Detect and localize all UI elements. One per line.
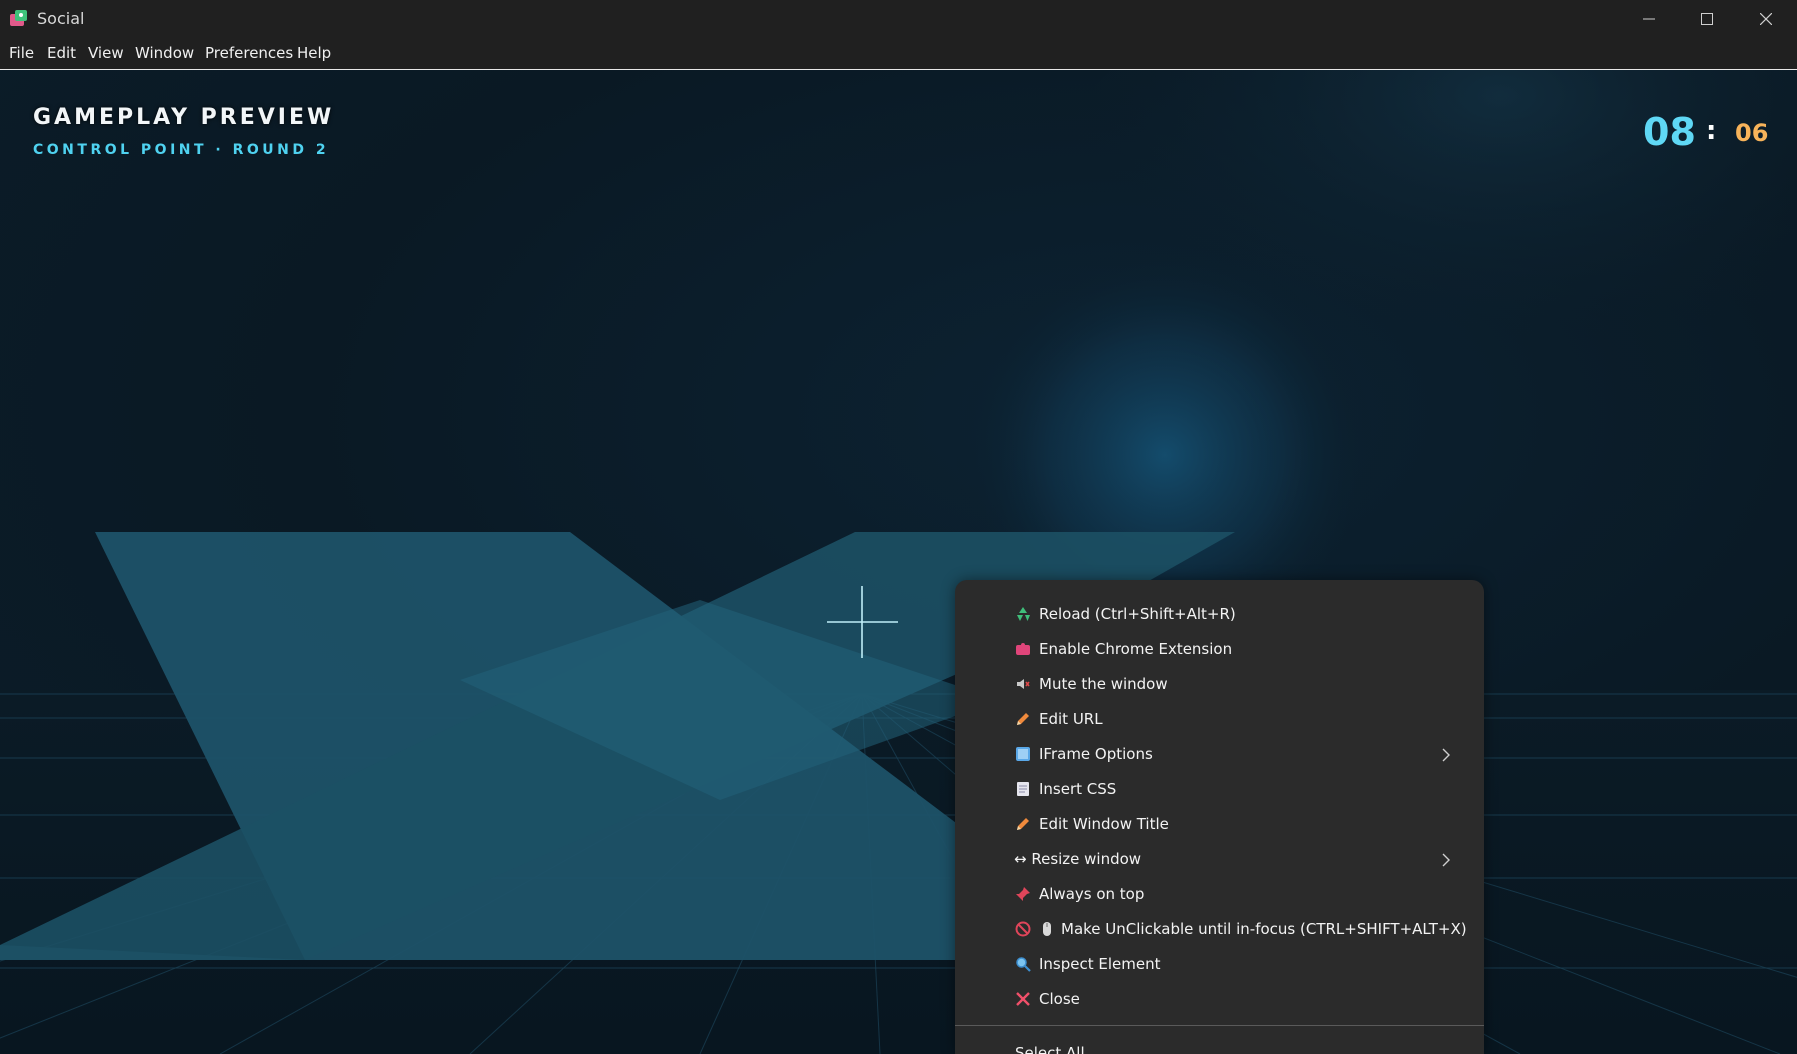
ctx-iframe-options[interactable]: IFrame Options bbox=[1015, 739, 1455, 769]
ctx-select-all[interactable]: Select All bbox=[1015, 1038, 1085, 1054]
hud-subtitle: CONTROL POINT · ROUND 2 bbox=[33, 142, 330, 158]
recycle-icon bbox=[1015, 606, 1031, 622]
ctx-close[interactable]: Close bbox=[1015, 984, 1080, 1014]
minimize-button[interactable] bbox=[1620, 0, 1678, 38]
menu-edit[interactable]: Edit bbox=[46, 44, 77, 62]
ctx-insert-css-label: Insert CSS bbox=[1039, 780, 1117, 798]
close-x-icon bbox=[1015, 991, 1031, 1007]
pencil-icon bbox=[1015, 711, 1031, 727]
menu-file[interactable]: File bbox=[8, 44, 35, 62]
ctx-resize-window[interactable]: ↔ Resize window bbox=[1014, 844, 1141, 874]
mouse-icon bbox=[1039, 921, 1055, 937]
title-bar: Social bbox=[0, 0, 1797, 38]
menu-help[interactable]: Help bbox=[296, 44, 332, 62]
ctx-close-label: Close bbox=[1039, 990, 1080, 1008]
ctx-edit-url-label: Edit URL bbox=[1039, 710, 1103, 728]
close-icon bbox=[1760, 13, 1772, 25]
chevron-right-icon bbox=[1442, 852, 1450, 871]
ctx-mute-window-label: Mute the window bbox=[1039, 675, 1168, 693]
maximize-icon bbox=[1701, 13, 1713, 25]
ctx-edit-url[interactable]: Edit URL bbox=[1015, 704, 1103, 734]
timer-seconds: 06 bbox=[1735, 119, 1769, 147]
chevron-right-icon bbox=[1442, 747, 1450, 766]
maximize-button[interactable] bbox=[1678, 0, 1736, 38]
ctx-always-on-top-label: Always on top bbox=[1039, 885, 1145, 903]
game-viewport[interactable]: GAMEPLAY PREVIEW CONTROL POINT · ROUND 2… bbox=[0, 70, 1797, 1054]
document-icon bbox=[1015, 781, 1031, 797]
ctx-iframe-options-label: IFrame Options bbox=[1039, 745, 1153, 763]
pencil-icon bbox=[1015, 816, 1031, 832]
magnifier-icon bbox=[1015, 956, 1031, 972]
timer-separator: : bbox=[1706, 116, 1717, 146]
context-menu: Reload (Ctrl+Shift+Alt+R) Enable Chrome … bbox=[955, 580, 1484, 1054]
ctx-make-unclickable[interactable]: Make UnClickable until in-focus (CTRL+SH… bbox=[1015, 914, 1467, 944]
ctx-reload[interactable]: Reload (Ctrl+Shift+Alt+R) bbox=[1015, 599, 1236, 629]
ctx-mute-window[interactable]: Mute the window bbox=[1015, 669, 1168, 699]
menu-view[interactable]: View bbox=[87, 44, 125, 62]
ctx-inspect-element[interactable]: Inspect Element bbox=[1015, 949, 1161, 979]
puzzle-icon bbox=[1015, 641, 1031, 657]
close-window-button[interactable] bbox=[1737, 0, 1795, 38]
menu-bar: File Edit View Window Preferences Help bbox=[0, 38, 1797, 70]
pin-icon bbox=[1015, 886, 1031, 902]
ctx-always-on-top[interactable]: Always on top bbox=[1015, 879, 1144, 909]
game-scene bbox=[0, 70, 1797, 1054]
app-icon bbox=[9, 9, 29, 29]
speaker-muted-icon bbox=[1015, 676, 1031, 692]
hud-title: GAMEPLAY PREVIEW bbox=[33, 105, 335, 130]
ctx-make-unclickable-label: Make UnClickable until in-focus (CTRL+SH… bbox=[1061, 920, 1467, 938]
ctx-enable-extension-label: Enable Chrome Extension bbox=[1039, 640, 1233, 658]
timer-minutes: 08 bbox=[1643, 110, 1696, 154]
ctx-insert-css[interactable]: Insert CSS bbox=[1015, 774, 1116, 804]
menu-separator bbox=[955, 1025, 1484, 1026]
ctx-edit-window-title-label: Edit Window Title bbox=[1039, 815, 1169, 833]
ctx-resize-window-label: ↔ Resize window bbox=[1014, 850, 1142, 868]
ctx-enable-extension[interactable]: Enable Chrome Extension bbox=[1015, 634, 1232, 664]
ctx-select-all-label: Select All bbox=[1015, 1044, 1085, 1054]
ctx-edit-window-title[interactable]: Edit Window Title bbox=[1015, 809, 1169, 839]
frame-icon bbox=[1015, 746, 1031, 762]
menu-preferences[interactable]: Preferences bbox=[204, 44, 294, 62]
minimize-icon bbox=[1643, 13, 1655, 25]
ctx-inspect-element-label: Inspect Element bbox=[1039, 955, 1161, 973]
menu-window[interactable]: Window bbox=[134, 44, 195, 62]
no-entry-icon bbox=[1015, 921, 1031, 937]
ctx-reload-label: Reload (Ctrl+Shift+Alt+R) bbox=[1039, 605, 1236, 623]
window-title: Social bbox=[37, 9, 85, 28]
